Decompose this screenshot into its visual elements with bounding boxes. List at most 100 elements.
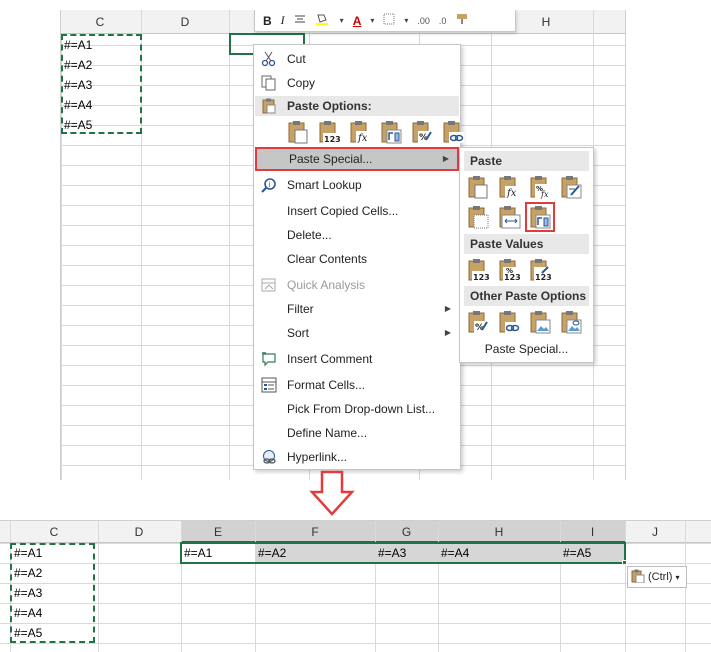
menu-item-clear-contents[interactable]: Clear Contents xyxy=(255,247,459,271)
hyperlink-icon xyxy=(261,449,277,465)
cell-h1[interactable]: #=A4 xyxy=(441,546,469,560)
cell-c1[interactable]: #=A1 xyxy=(64,38,92,52)
paste-picture-icon[interactable] xyxy=(528,310,552,334)
menu-item-cut[interactable]: Cut xyxy=(255,47,459,71)
fill-color-dropdown-icon[interactable]: ▾ xyxy=(340,16,344,25)
column-header-f[interactable]: F xyxy=(255,521,375,543)
clipboard-icon xyxy=(631,569,645,586)
column-header-e[interactable]: E xyxy=(181,521,255,543)
column-header-c[interactable]: C xyxy=(61,10,139,34)
paste-values-icon-row: 123 % 123 123 xyxy=(466,258,552,282)
menu-item-smart-lookup[interactable]: i Smart Lookup xyxy=(255,173,459,197)
menu-item-label: Copy xyxy=(287,76,316,90)
menu-item-format-cells[interactable]: Format Cells... xyxy=(255,373,459,397)
align-center-icon[interactable] xyxy=(294,14,306,28)
paste-link-icon[interactable] xyxy=(497,310,521,334)
chevron-down-icon: ▾ xyxy=(675,572,680,582)
paste-special-dialog-link[interactable]: Paste Special... xyxy=(460,342,593,356)
menu-item-insert-comment[interactable]: Insert Comment xyxy=(255,347,459,371)
format-painter-icon[interactable] xyxy=(455,13,469,28)
cell-i1[interactable]: #=A5 xyxy=(563,546,591,560)
paste-values-number-format-icon[interactable]: % 123 xyxy=(497,258,521,282)
cell-e1[interactable]: #=A1 xyxy=(184,546,212,560)
column-header-d[interactable]: D xyxy=(98,521,180,543)
scissors-icon xyxy=(261,51,277,67)
font-color-button[interactable]: A xyxy=(353,14,362,28)
column-header-g[interactable]: G xyxy=(375,521,438,543)
menu-item-label: Define Name... xyxy=(287,426,368,440)
menu-item-filter[interactable]: Filter ▶ xyxy=(255,297,459,321)
cell-c5[interactable]: #=A5 xyxy=(64,118,92,132)
submenu-section-paste: Paste xyxy=(464,151,589,171)
clipboard-icon xyxy=(261,98,277,120)
paste-icon-row-1: fx % fx xyxy=(466,175,583,199)
menu-item-sort[interactable]: Sort ▶ xyxy=(255,321,459,345)
cell-c3[interactable]: #=A3 xyxy=(14,586,42,600)
paste-options-button[interactable]: (Ctrl) ▾ xyxy=(627,566,687,588)
smart-lookup-icon: i xyxy=(261,177,277,193)
menu-item-label: Pick From Drop-down List... xyxy=(287,402,436,416)
paste-transpose-icon[interactable] xyxy=(525,202,555,232)
bottom-spreadsheet-grid[interactable]: C D E F G H I J #=A1 #=A2 #=A3 #=A4 #=A5… xyxy=(0,520,711,652)
column-header-d[interactable]: D xyxy=(141,10,229,34)
menu-item-label: Paste Special... xyxy=(289,152,373,166)
menu-item-copy[interactable]: Copy xyxy=(255,71,459,95)
borders-icon[interactable] xyxy=(383,13,395,28)
down-arrow-icon xyxy=(308,470,356,518)
paste-values-icon[interactable]: 123 xyxy=(466,258,490,282)
paste-linked-picture-icon[interactable] xyxy=(559,310,583,334)
cell-c4[interactable]: #=A4 xyxy=(14,606,42,620)
paste-all-icon[interactable] xyxy=(466,175,490,199)
column-header-i[interactable]: I xyxy=(560,521,625,543)
submenu-arrow-icon: ▶ xyxy=(442,154,449,163)
menu-item-insert-copied-cells[interactable]: Insert Copied Cells... xyxy=(255,199,459,223)
italic-button[interactable]: I xyxy=(281,13,285,28)
paste-formatting-icon[interactable]: % xyxy=(466,310,490,334)
column-header-h[interactable]: H xyxy=(438,521,560,543)
menu-item-pick-from-dropdown[interactable]: Pick From Drop-down List... xyxy=(255,397,459,421)
paste-formatting-icon[interactable]: % xyxy=(410,120,434,144)
cell-c3[interactable]: #=A3 xyxy=(64,78,92,92)
bold-button[interactable]: B xyxy=(263,14,272,28)
paste-column-widths-icon[interactable] xyxy=(497,205,521,229)
fill-handle[interactable] xyxy=(622,560,627,565)
increase-decimal-icon[interactable]: .00 xyxy=(417,16,430,26)
paste-no-borders-icon[interactable] xyxy=(466,205,490,229)
cell-c2[interactable]: #=A2 xyxy=(14,566,42,580)
paste-formulas-number-format-icon[interactable]: % fx xyxy=(528,175,552,199)
menu-item-quick-analysis: Quick Analysis xyxy=(255,273,459,297)
paste-formulas-icon[interactable]: fx xyxy=(348,120,372,144)
decrease-decimal-icon[interactable]: .0 xyxy=(439,16,447,26)
column-header-j[interactable]: J xyxy=(625,521,685,543)
menu-item-label: Format Cells... xyxy=(287,378,366,392)
paste-formulas-icon[interactable]: fx xyxy=(497,175,521,199)
menu-item-label: Insert Copied Cells... xyxy=(287,204,399,218)
fill-color-icon[interactable] xyxy=(315,13,331,28)
cell-f1[interactable]: #=A2 xyxy=(258,546,286,560)
cell-g1[interactable]: #=A3 xyxy=(378,546,406,560)
paste-link-icon[interactable] xyxy=(441,120,465,144)
svg-text:i: i xyxy=(269,181,271,189)
paste-options-label: (Ctrl) xyxy=(648,571,673,583)
paste-values-source-formatting-icon[interactable]: 123 xyxy=(528,258,552,282)
submenu-arrow-icon: ▶ xyxy=(444,328,451,337)
menu-item-hyperlink[interactable]: Hyperlink... xyxy=(255,445,459,469)
paste-icon[interactable] xyxy=(286,120,310,144)
svg-text:fx: fx xyxy=(506,188,517,199)
menu-item-define-name[interactable]: Define Name... xyxy=(255,421,459,445)
cell-c2[interactable]: #=A2 xyxy=(64,58,92,72)
menu-item-label: Quick Analysis xyxy=(287,278,366,292)
menu-item-delete[interactable]: Delete... xyxy=(255,223,459,247)
paste-keep-source-formatting-icon[interactable] xyxy=(559,175,583,199)
paste-options-icon-row: 123 fx % xyxy=(286,120,465,144)
menu-item-label: Cut xyxy=(287,52,306,66)
cell-c4[interactable]: #=A4 xyxy=(64,98,92,112)
paste-transpose-icon[interactable] xyxy=(379,120,403,144)
borders-dropdown-icon[interactable]: ▾ xyxy=(404,16,408,25)
cell-c5[interactable]: #=A5 xyxy=(14,626,42,640)
menu-item-paste-special[interactable]: Paste Special... ▶ xyxy=(255,147,459,171)
cell-c1[interactable]: #=A1 xyxy=(14,546,42,560)
paste-values-icon[interactable]: 123 xyxy=(317,120,341,144)
font-color-dropdown-icon[interactable]: ▾ xyxy=(370,16,374,25)
column-header-c[interactable]: C xyxy=(10,521,98,543)
